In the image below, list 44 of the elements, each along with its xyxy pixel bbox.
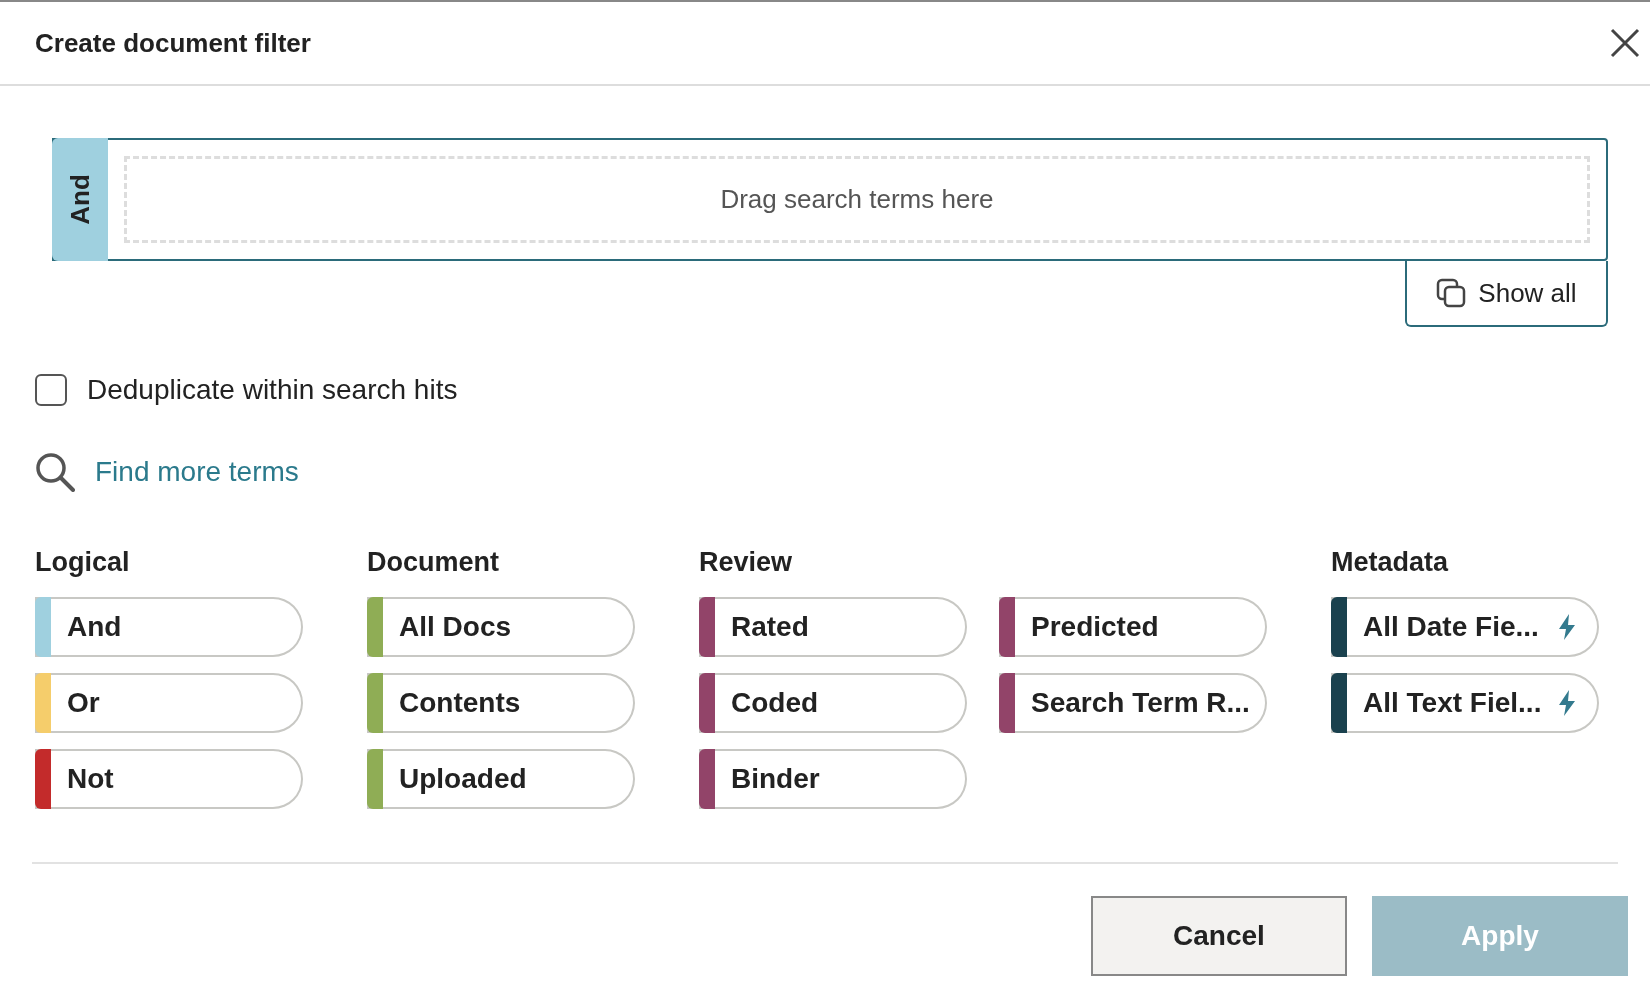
- term-label: Predicted: [1031, 610, 1159, 644]
- term-chip[interactable]: Not: [35, 749, 303, 809]
- search-icon: [35, 452, 75, 492]
- lightning-icon: [1557, 613, 1577, 641]
- group-heading: Document: [367, 546, 500, 579]
- find-more-terms-link[interactable]: Find more terms: [95, 451, 299, 493]
- term-label: All Docs: [399, 610, 512, 644]
- group-heading: Metadata: [1331, 546, 1450, 579]
- term-chip[interactable]: Predicted: [999, 597, 1267, 657]
- lightning-icon: [1557, 689, 1577, 717]
- term-label: Binder: [731, 762, 820, 796]
- operator-tab: And: [52, 138, 108, 261]
- term-label: All Text Fiel...: [1363, 686, 1542, 720]
- cancel-button[interactable]: Cancel: [1091, 896, 1347, 976]
- show-all-button[interactable]: Show all: [1405, 261, 1608, 327]
- term-chip[interactable]: All Date Fie...: [1331, 597, 1599, 657]
- term-label: Search Term R...: [1031, 686, 1250, 720]
- term-chip[interactable]: And: [35, 597, 303, 657]
- term-label: And: [67, 610, 122, 644]
- term-chip[interactable]: All Text Fiel...: [1331, 673, 1599, 733]
- term-label: Or: [67, 686, 100, 720]
- checkbox-label: Deduplicate within search hits: [87, 373, 458, 407]
- drop-zone[interactable]: And Drag search terms here: [52, 138, 1608, 261]
- term-label: Contents: [399, 686, 521, 720]
- drop-placeholder: Drag search terms here: [124, 156, 1590, 243]
- term-chip[interactable]: Search Term R...: [999, 673, 1267, 733]
- term-label: Uploaded: [399, 762, 527, 796]
- term-chip[interactable]: Or: [35, 673, 303, 733]
- copy-icon: [1436, 278, 1467, 308]
- term-chip[interactable]: Binder: [699, 749, 967, 809]
- term-label: Not: [67, 762, 114, 796]
- dialog-title: Create document filter: [35, 26, 311, 60]
- term-label: Coded: [731, 686, 819, 720]
- term-chip[interactable]: Uploaded: [367, 749, 635, 809]
- term-chip[interactable]: Contents: [367, 673, 635, 733]
- term-label: Rated: [731, 610, 809, 644]
- term-chip[interactable]: Coded: [699, 673, 967, 733]
- term-chip[interactable]: All Docs: [367, 597, 635, 657]
- group-heading: Logical: [35, 546, 131, 579]
- close-icon[interactable]: [1610, 28, 1640, 58]
- term-label: All Date Fie...: [1363, 610, 1539, 644]
- group-heading: Review: [699, 546, 794, 579]
- checkbox[interactable]: [35, 374, 67, 406]
- term-chip[interactable]: Rated: [699, 597, 967, 657]
